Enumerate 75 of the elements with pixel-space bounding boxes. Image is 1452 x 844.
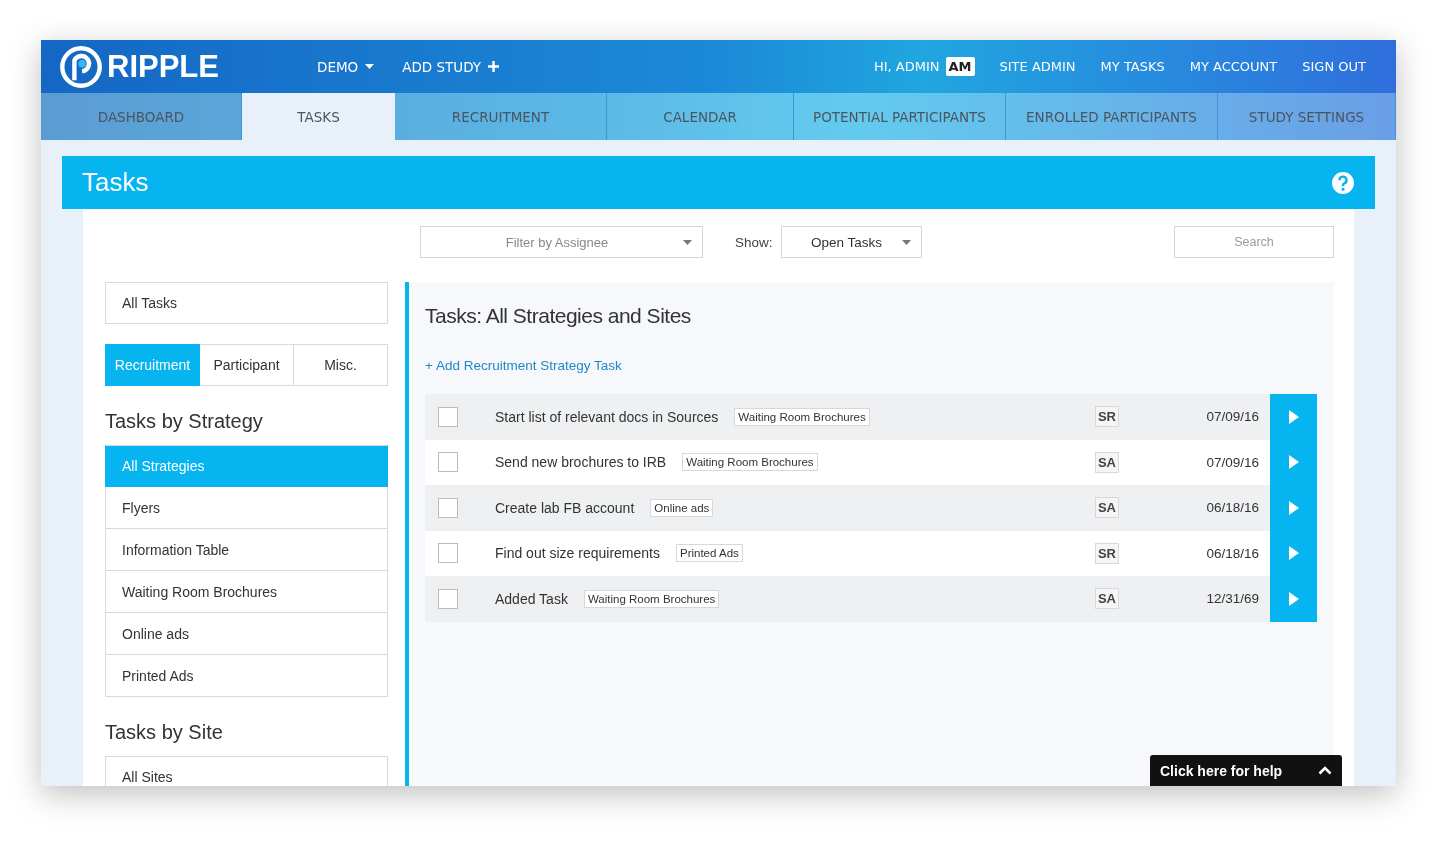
strategy-item[interactable]: Flyers	[105, 487, 388, 529]
header-link[interactable]: SITE ADMIN	[999, 59, 1076, 74]
plus-icon	[488, 61, 500, 72]
strategy-item[interactable]: Printed Ads	[105, 655, 388, 697]
task-title: Send new brochures to IRB	[495, 454, 667, 471]
nav-menu[interactable]: ADD STUDY	[402, 58, 500, 75]
category-tab[interactable]: Misc.	[294, 344, 388, 386]
strategy-tag: Printed Ads	[675, 544, 743, 563]
caret-icon	[901, 239, 911, 245]
logo-text: RIPPLE	[107, 48, 219, 85]
due-date: 06/18/16	[1205, 500, 1259, 516]
assignee-initials: SA	[1094, 451, 1119, 473]
chevron-up-icon	[1318, 766, 1332, 775]
due-date: 07/09/16	[1205, 409, 1259, 425]
strategy-tag: Waiting Room Brochures	[682, 453, 818, 472]
checkbox[interactable]	[438, 588, 458, 609]
help-icon[interactable]	[1331, 170, 1355, 195]
play-icon	[1288, 409, 1299, 424]
due-date: 06/18/16	[1205, 545, 1259, 561]
tasks-title: Tasks: All Strategies and Sites	[425, 304, 692, 328]
nav-menu[interactable]: DEMO	[317, 58, 375, 75]
strategy-item[interactable]: Online ads	[105, 613, 388, 655]
task-title: Create lab FB account	[495, 499, 635, 516]
due-date: 07/09/16	[1205, 454, 1259, 470]
strategy-item[interactable]: Information Table	[105, 529, 388, 571]
play-icon	[1288, 500, 1299, 515]
site-item[interactable]: All Sites	[105, 756, 388, 786]
add-task-link[interactable]: + Add Recruitment Strategy Task	[425, 358, 1317, 373]
show-label: Show:	[735, 234, 773, 250]
strategy-tag: Waiting Room Brochures	[583, 589, 720, 608]
due-date: 12/31/69	[1205, 591, 1259, 607]
logo-icon	[59, 44, 103, 89]
assignee-dropdown[interactable]: Filter by Assignee	[420, 226, 703, 258]
strategy-item[interactable]: Waiting Room Brochures	[105, 571, 388, 613]
assignee-initials: SA	[1094, 497, 1119, 519]
section-heading: Tasks by Site	[105, 721, 224, 744]
search-field[interactable]: Search	[1174, 226, 1334, 258]
checkbox[interactable]	[438, 543, 458, 564]
category-tab[interactable]: Recruitment	[105, 344, 200, 386]
section-heading: Tasks by Strategy	[105, 410, 264, 433]
header-link[interactable]: MY ACCOUNT	[1189, 59, 1278, 74]
open-task-button[interactable]	[1270, 576, 1317, 622]
all-tasks-item[interactable]: All Tasks	[105, 282, 388, 324]
header-link[interactable]: MY TASKS	[1100, 59, 1165, 74]
user-initials[interactable]: AM	[945, 57, 975, 76]
greeting: HI, ADMIN	[873, 59, 940, 74]
assignee-initials: SR	[1094, 406, 1119, 428]
show-dropdown[interactable]: Open Tasks	[780, 226, 922, 258]
nav-tab[interactable]: CALENDAR	[607, 93, 794, 140]
page-title: Tasks	[82, 167, 149, 198]
play-icon	[1288, 546, 1299, 561]
nav-tab[interactable]: POTENTIAL PARTICIPANTS	[794, 93, 1006, 140]
task-title: Added Task	[495, 590, 568, 607]
header-link[interactable]: SIGN OUT	[1302, 59, 1366, 74]
strategy-tag: Waiting Room Brochures	[734, 407, 870, 426]
assignee-initials: SR	[1094, 542, 1119, 564]
nav-tab[interactable]: STUDY SETTINGS	[1218, 93, 1396, 140]
caret-icon	[365, 64, 375, 69]
checkbox[interactable]	[438, 452, 458, 473]
help-button[interactable]: Click here for help	[1150, 755, 1342, 786]
task-title: Find out size requirements	[495, 545, 660, 562]
category-tab[interactable]: Participant	[200, 344, 294, 386]
nav-tab[interactable]: TASKS	[242, 93, 395, 140]
open-task-button[interactable]	[1270, 394, 1317, 440]
play-icon	[1288, 455, 1299, 470]
assignee-initials: SA	[1094, 588, 1119, 610]
nav-tab[interactable]: ENROLLED PARTICIPANTS	[1006, 93, 1218, 140]
nav-tab[interactable]: RECRUITMENT	[395, 93, 607, 140]
play-icon	[1288, 591, 1299, 606]
caret-icon	[683, 239, 692, 245]
checkbox[interactable]	[438, 497, 458, 518]
task-title: Start list of relevant docs in Sources	[495, 408, 719, 425]
strategy-item[interactable]: All Strategies	[105, 445, 388, 487]
checkbox[interactable]	[438, 406, 458, 427]
strategy-tag: Online ads	[650, 498, 714, 517]
